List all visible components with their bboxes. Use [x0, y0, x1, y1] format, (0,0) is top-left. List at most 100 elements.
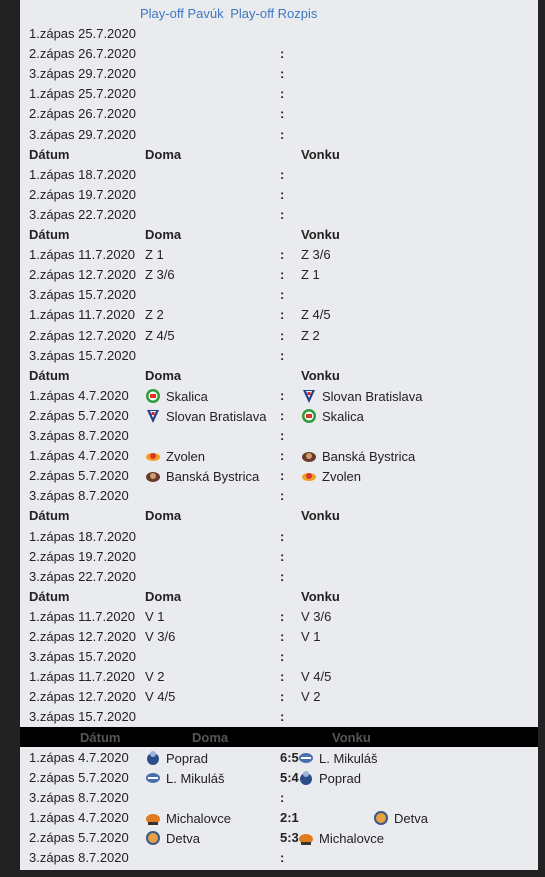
- header-home: Doma: [145, 508, 182, 524]
- match-date: 2.zápas 5.7.2020: [29, 830, 129, 845]
- table-row: 2.zápas 5.7.2020 Banská Bystrica: Zvolen: [20, 465, 538, 485]
- table-row: 2.zápas 12.7.2020 V 4/5: V 2: [20, 686, 538, 706]
- header-away: Vonku: [301, 367, 340, 383]
- away-team: Skalica: [301, 408, 364, 424]
- score: :: [280, 347, 285, 363]
- match-date: 3.zápas 8.7.2020: [29, 488, 129, 504]
- michalovce-logo-icon: [298, 830, 314, 846]
- score: :: [280, 548, 285, 564]
- home-team-name: Michalovce: [166, 810, 232, 826]
- skalica-logo-icon: [301, 408, 317, 424]
- home-team: Banská Bystrica: [145, 468, 259, 484]
- home-team-name: V 4/5: [145, 689, 176, 705]
- away-team-name: Z 3/6: [301, 247, 331, 263]
- score: :: [280, 307, 285, 323]
- match-date: 3.zápas 15.7.2020: [29, 709, 136, 725]
- away-team-name: Detva: [394, 810, 428, 826]
- header-away: Vonku: [301, 146, 340, 162]
- match-date: 1.zápas 11.7.2020: [29, 247, 136, 263]
- table-row: 1.zápas 4.7.2020 Zvolen: Banská Bystrica: [20, 445, 538, 465]
- table-row: 3.zápas 29.7.2020:: [20, 63, 538, 83]
- home-team-name: V 3/6: [145, 629, 176, 644]
- away-team: Z 1: [301, 267, 320, 282]
- match-date: 3.zápas 29.7.2020: [29, 66, 136, 82]
- home-team-name: L. Mikuláš: [166, 770, 225, 786]
- score: :: [280, 46, 285, 62]
- score: :: [280, 689, 285, 705]
- home-team: Z 3/6: [145, 267, 175, 282]
- score: :: [280, 327, 285, 343]
- table-row: 3.zápas 22.7.2020:: [20, 566, 538, 586]
- header-home: Doma: [145, 367, 182, 383]
- home-team: V 2: [145, 669, 165, 684]
- score: 5:3: [280, 830, 299, 845]
- table-row: 1.zápas 11.7.2020 V 2: V 4/5: [20, 666, 538, 686]
- home-team: Z 4/5: [145, 328, 175, 343]
- match-date: 2.zápas 12.7.2020: [29, 629, 136, 644]
- away-team-name: Banská Bystrica: [322, 449, 416, 465]
- header-home: Doma: [145, 588, 182, 604]
- home-team: Poprad: [145, 750, 208, 766]
- table-row: 2.zápas 5.7.2020 Slovan Bratislava: Skalic…: [20, 405, 538, 425]
- away-team-name: Poprad: [319, 770, 361, 786]
- score: :: [280, 629, 285, 644]
- match-date: 1.zápas 4.7.2020: [29, 749, 129, 765]
- match-date: 2.zápas 5.7.2020: [29, 468, 129, 484]
- score: :: [280, 669, 285, 685]
- away-team: Z 3/6: [301, 247, 331, 262]
- tab-playoff-bracket[interactable]: Play-off Pavúk: [140, 6, 224, 21]
- away-team-name: V 2: [301, 689, 321, 705]
- table-row: 1.zápas 18.7.2020:: [20, 164, 538, 184]
- home-team-name: Z 1: [145, 247, 164, 263]
- match-date: 3.zápas 8.7.2020: [29, 789, 129, 805]
- tab-bar: Play-off Pavúk Play-off Rozpis: [140, 6, 320, 21]
- schedule-panel: Play-off Pavúk Play-off Rozpis 1.zápas 2…: [20, 0, 538, 870]
- home-team: V 3/6: [145, 629, 175, 644]
- home-team: V 1: [145, 609, 165, 624]
- table-row: 3.zápas 15.7.2020:: [20, 284, 538, 304]
- score: :: [280, 247, 285, 263]
- score: :: [280, 126, 285, 142]
- zvolen-logo-icon: [145, 448, 161, 464]
- table-row: 2.zápas 12.7.2020 Z 4/5: Z 2: [20, 325, 538, 345]
- away-team: L. Mikuláš: [298, 750, 378, 766]
- header-date: Dátum: [29, 227, 70, 242]
- match-date: 3.zápas 15.7.2020: [29, 287, 136, 303]
- away-team: Z 2: [301, 328, 320, 343]
- home-team-name: Skalica: [166, 388, 208, 404]
- table-row: 2.zápas 26.7.2020:: [20, 43, 538, 63]
- match-date: 2.zápas 26.7.2020: [29, 106, 136, 122]
- match-date: 1.zápas 4.7.2020: [29, 448, 129, 464]
- away-team: Zvolen: [301, 468, 361, 484]
- away-team: Detva: [373, 810, 428, 826]
- away-team-name: Z 1: [301, 267, 320, 283]
- header-away: Vonku: [301, 508, 340, 524]
- table-row: 1.zápas 18.7.2020:: [20, 526, 538, 546]
- away-team: V 2: [301, 689, 321, 704]
- home-team-name: Z 3/6: [145, 267, 175, 283]
- away-team-name: V 1: [301, 629, 321, 644]
- match-date: 3.zápas 29.7.2020: [29, 126, 136, 142]
- score: :: [280, 850, 285, 866]
- score: :: [280, 789, 285, 805]
- score: :: [280, 106, 285, 122]
- header-date: Dátum: [29, 146, 70, 162]
- skalica-logo-icon: [145, 388, 161, 404]
- away-team: Z 4/5: [301, 307, 331, 322]
- away-team-name: Skalica: [322, 408, 364, 424]
- match-date: 1.zápas 18.7.2020: [29, 166, 136, 182]
- table-row: 3.zápas 15.7.2020:: [20, 646, 538, 666]
- tab-playoff-schedule[interactable]: Play-off Rozpis: [230, 6, 317, 21]
- match-date: 3.zápas 15.7.2020: [29, 649, 136, 665]
- home-team: Z 1: [145, 247, 164, 262]
- match-date: 1.zápas 11.7.2020: [29, 669, 136, 685]
- home-team: Skalica: [145, 388, 208, 404]
- table-row: 3.zápas 8.7.2020:: [20, 485, 538, 505]
- bystrica-logo-icon: [145, 468, 161, 484]
- score: :: [280, 528, 285, 544]
- home-team: Detva: [145, 830, 200, 846]
- table-header-row: Dátum Doma Vonku: [20, 586, 538, 606]
- away-team: Banská Bystrica: [301, 448, 415, 464]
- match-date: 1.zápas 11.7.2020: [29, 608, 136, 624]
- table-row: 1.zápas 25.7.2020: [20, 23, 538, 43]
